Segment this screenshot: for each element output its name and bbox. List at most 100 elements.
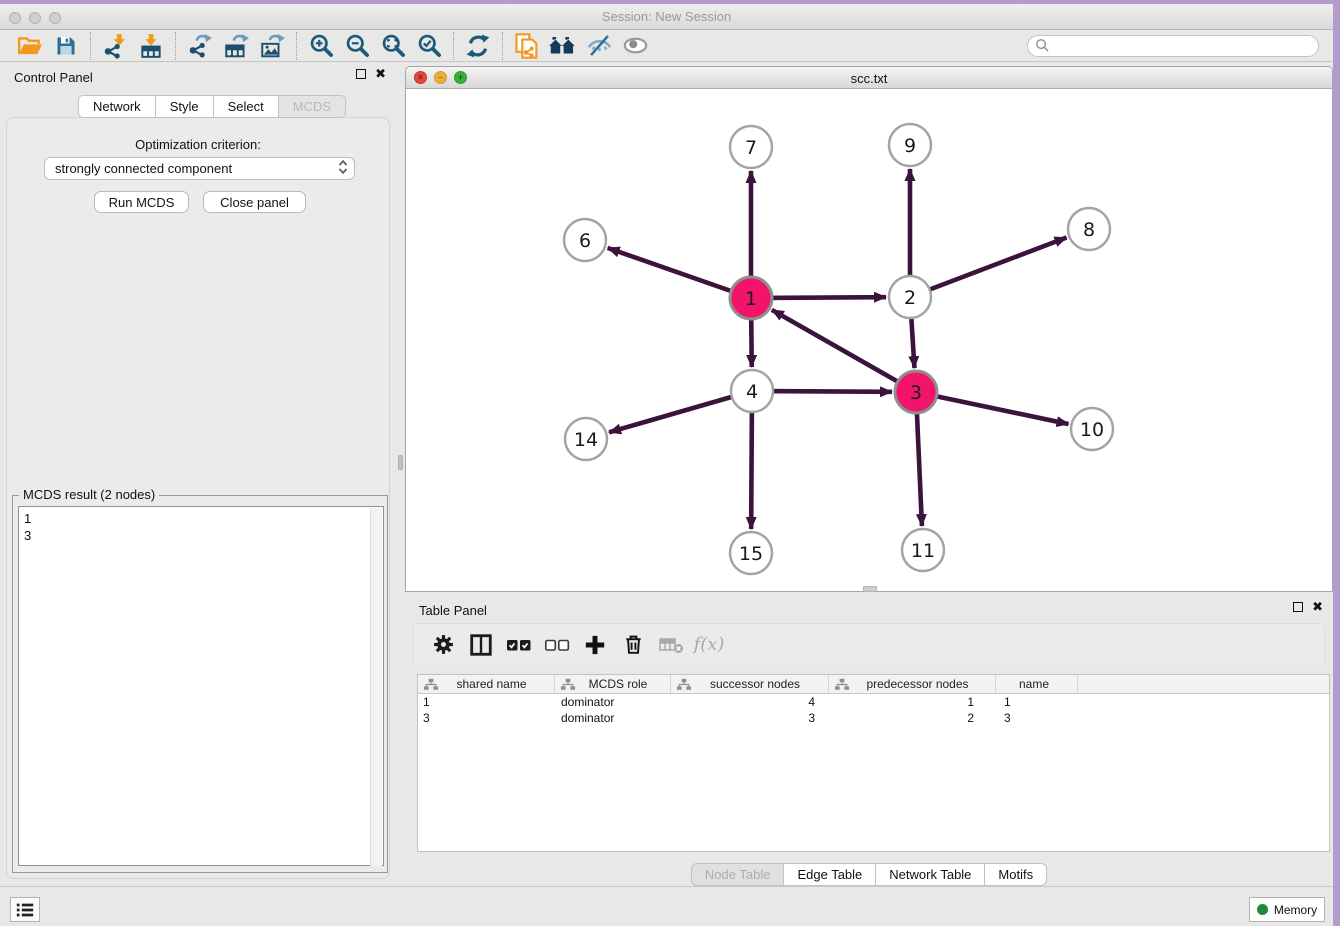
search-box[interactable] <box>1027 35 1319 57</box>
optimization-criterion-label: Optimization criterion: <box>0 137 396 152</box>
run-mcds-button[interactable]: Run MCDS <box>94 191 189 213</box>
edge-1-6[interactable] <box>608 248 751 298</box>
optimization-criterion-select[interactable]: strongly connected component <box>44 157 355 180</box>
double-home-icon <box>548 33 578 59</box>
graph-node-14[interactable]: 14 <box>565 418 607 460</box>
tab-style[interactable]: Style <box>155 95 213 118</box>
mcds-result-textarea[interactable]: 1 3 <box>18 506 384 866</box>
graph-node-11[interactable]: 11 <box>902 529 944 571</box>
delete-column-button[interactable] <box>616 630 650 660</box>
eye-icon <box>622 32 649 59</box>
create-column-button[interactable] <box>578 630 612 660</box>
zoom-selected-button[interactable] <box>411 32 447 60</box>
show-all-windows-button[interactable] <box>545 32 581 60</box>
task-history-button[interactable] <box>10 897 40 922</box>
app-title-bar[interactable]: Session: New Session <box>0 4 1333 30</box>
tab-motifs[interactable]: Motifs <box>984 863 1047 886</box>
show-graphics-details-button[interactable] <box>617 32 653 60</box>
graph-node-6[interactable]: 6 <box>564 219 606 261</box>
open-session-button[interactable] <box>12 32 48 60</box>
clear-all-columns-button[interactable] <box>540 630 574 660</box>
zoom-out-button[interactable] <box>339 32 375 60</box>
export-network-button[interactable] <box>182 32 218 60</box>
vertical-split-grip[interactable] <box>398 455 403 470</box>
cell-mcds-role: dominator <box>555 710 671 726</box>
close-panel-button[interactable]: Close panel <box>203 191 306 213</box>
result-scrollbar-track[interactable] <box>370 508 382 866</box>
control-panel-close-icon[interactable]: ✖ <box>375 69 386 79</box>
select-all-columns-button[interactable] <box>502 630 536 660</box>
graph-node-15[interactable]: 15 <box>730 532 772 574</box>
control-panel-tabs: Network Style Select MCDS <box>78 95 346 118</box>
save-floppy-icon <box>54 34 78 58</box>
graph-node-9[interactable]: 9 <box>889 124 931 166</box>
network-view-window: × – + scc.txt 7 9 6 8 1 2 4 3 14 10 15 11 <box>405 66 1333 592</box>
tab-network-table[interactable]: Network Table <box>875 863 984 886</box>
tab-mcds[interactable]: MCDS <box>278 95 346 118</box>
tab-edge-table[interactable]: Edge Table <box>783 863 875 886</box>
table-panel-float-icon[interactable] <box>1293 602 1303 612</box>
column-header-predecessor-nodes[interactable]: predecessor nodes <box>829 675 996 693</box>
edge-4-14[interactable] <box>609 391 752 432</box>
hide-graphics-details-button[interactable] <box>581 32 617 60</box>
import-network-button[interactable] <box>97 32 133 60</box>
memory-button[interactable]: Memory <box>1249 897 1325 922</box>
fx-icon: f(x) <box>694 634 725 655</box>
node-table: shared name MCDS role successor nodes pr… <box>417 674 1330 852</box>
chevron-up-down-icon <box>336 158 350 179</box>
column-tree-icon <box>676 677 692 692</box>
table-panel-close-icon[interactable]: ✖ <box>1312 602 1323 612</box>
graph-node-3[interactable]: 3 <box>895 371 937 413</box>
import-table-button[interactable] <box>133 32 169 60</box>
graph-node-7[interactable]: 7 <box>730 126 772 168</box>
column-header-mcds-role[interactable]: MCDS role <box>555 675 671 693</box>
zoom-in-button[interactable] <box>303 32 339 60</box>
network-window-titlebar[interactable]: × – + scc.txt <box>406 67 1332 89</box>
column-header-name[interactable]: name <box>996 675 1078 693</box>
horizontal-split-grip[interactable] <box>863 586 877 592</box>
table-toolbar: f(x) <box>413 623 1325 665</box>
edge-3-10[interactable] <box>916 392 1069 424</box>
function-builder-button[interactable]: f(x) <box>692 630 726 660</box>
graph-node-1[interactable]: 1 <box>730 277 772 319</box>
column-tree-icon <box>834 677 850 692</box>
result-line: 1 <box>24 510 383 527</box>
memory-label: Memory <box>1274 903 1317 917</box>
export-image-icon <box>259 33 285 59</box>
edge-3-1[interactable] <box>772 310 916 392</box>
node-table-header: shared name MCDS role successor nodes pr… <box>418 675 1329 694</box>
tab-select[interactable]: Select <box>213 95 278 118</box>
dropdown-value: strongly connected component <box>55 161 232 176</box>
tab-network[interactable]: Network <box>78 95 155 118</box>
export-image-button[interactable] <box>254 32 290 60</box>
table-options-button[interactable] <box>426 630 460 660</box>
delete-table-button[interactable] <box>654 630 688 660</box>
apply-layout-button[interactable] <box>460 32 496 60</box>
search-icon <box>1035 38 1050 53</box>
show-column-panel-button[interactable] <box>464 630 498 660</box>
vertical-split-divider[interactable] <box>396 62 405 886</box>
zoom-fit-button[interactable] <box>375 32 411 60</box>
import-table-icon <box>138 33 164 59</box>
clone-network-button[interactable] <box>509 32 545 60</box>
network-canvas-svg[interactable]: 7 9 6 8 1 2 4 3 14 10 15 11 <box>406 89 1332 592</box>
graph-node-8[interactable]: 8 <box>1068 208 1110 250</box>
graph-node-4[interactable]: 4 <box>731 370 773 412</box>
control-panel-titlebar: Control Panel ✖ <box>0 62 396 92</box>
export-table-button[interactable] <box>218 32 254 60</box>
table-row[interactable]: 1 dominator 4 1 1 <box>418 694 1329 710</box>
save-session-button[interactable] <box>48 32 84 60</box>
tab-node-table[interactable]: Node Table <box>691 863 784 886</box>
control-panel: Control Panel ✖ Network Style Select MCD… <box>0 62 396 886</box>
network-window-title: scc.txt <box>406 71 1332 86</box>
column-header-shared-name[interactable]: shared name <box>418 675 555 693</box>
graph-node-2[interactable]: 2 <box>889 276 931 318</box>
search-input[interactable] <box>1050 37 1318 55</box>
graph-node-10[interactable]: 10 <box>1071 408 1113 450</box>
table-panel-titlebar: Table Panel ✖ <box>405 595 1333 625</box>
table-row[interactable]: 3 dominator 3 2 3 <box>418 710 1329 726</box>
table-panel-title: Table Panel <box>419 603 487 618</box>
column-header-successor-nodes[interactable]: successor nodes <box>671 675 829 693</box>
control-panel-float-icon[interactable] <box>356 69 366 79</box>
edge-2-8[interactable] <box>910 238 1067 297</box>
